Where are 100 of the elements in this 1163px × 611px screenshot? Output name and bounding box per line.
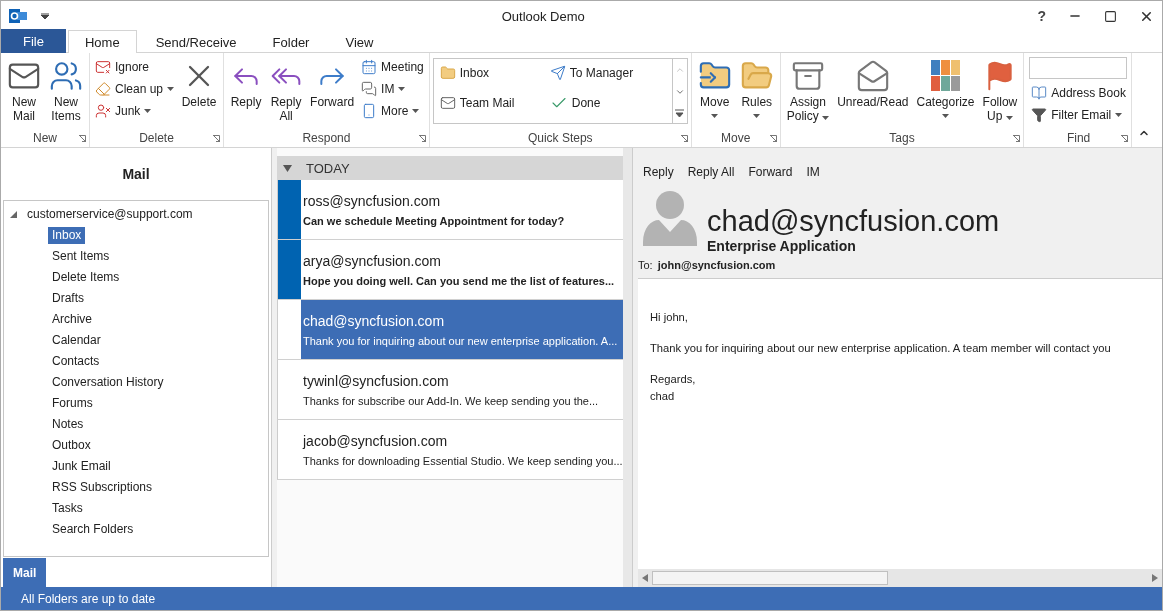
dialog-launcher-icon[interactable] xyxy=(1013,135,1021,142)
scroll-right-icon[interactable] xyxy=(1152,574,1158,582)
quick-access-caret-icon[interactable] xyxy=(41,13,49,19)
message-row[interactable]: chad@syncfusion.com Thank you for inquiring about our new enterprise application. A... xyxy=(277,300,623,360)
ribbon-button[interactable]: Move xyxy=(694,55,735,129)
folder-item[interactable]: Inbox xyxy=(48,227,86,244)
people-icon xyxy=(49,59,83,93)
search-field[interactable] xyxy=(1029,57,1128,79)
ribbon-button[interactable]: Filter Email xyxy=(1029,105,1128,125)
reading-action[interactable]: Reply All xyxy=(687,165,735,190)
maximize-icon[interactable] xyxy=(1104,9,1117,23)
folder-item[interactable]: Sent Items xyxy=(48,248,114,265)
caret-icon xyxy=(1005,116,1013,120)
to-label: To: xyxy=(638,259,653,273)
ribbon-button[interactable]: Ignore xyxy=(93,57,177,77)
ribbon-button[interactable]: New Items xyxy=(46,55,86,129)
help-button[interactable]: ? xyxy=(1037,8,1046,24)
ribbon-button[interactable]: Unread/Read xyxy=(834,55,912,129)
folder-item[interactable]: Notes xyxy=(48,416,88,433)
ribbon-button[interactable]: Categorize xyxy=(913,55,978,129)
caret-icon xyxy=(822,116,830,120)
ribbon-button[interactable]: More xyxy=(359,101,426,121)
folder-item[interactable]: Calendar xyxy=(48,332,105,349)
open-envelope-icon xyxy=(855,59,890,93)
group-header[interactable]: TODAY xyxy=(277,156,623,180)
dialog-launcher-icon[interactable] xyxy=(680,135,688,142)
app-logo-icon[interactable] xyxy=(9,7,27,25)
ribbon-button[interactable]: Meeting xyxy=(359,57,426,77)
folder-item[interactable]: Outbox xyxy=(48,437,95,454)
dialog-launcher-icon[interactable] xyxy=(213,135,221,142)
message-sender: jacob@syncfusion.com xyxy=(303,432,449,449)
ribbon-button[interactable]: Junk xyxy=(93,101,177,121)
message-preview: Thanks for downloading Essential Studio. We keep sending you... xyxy=(303,454,623,467)
ribbon-button[interactable]: To Manager xyxy=(547,63,668,83)
folder-item[interactable]: Contacts xyxy=(48,353,104,370)
file-tab[interactable]: File xyxy=(1,29,66,53)
folder-item[interactable]: Delete Items xyxy=(48,269,124,286)
ribbon-button[interactable]: Done xyxy=(547,93,668,113)
group-label: Find xyxy=(1066,131,1091,145)
scroll-down-icon[interactable] xyxy=(674,87,685,97)
ribbon-tab[interactable]: Folder xyxy=(255,30,327,53)
folder-item[interactable]: Search Folders xyxy=(48,521,138,538)
pane-title: Mail xyxy=(121,165,151,184)
folder-item[interactable]: Junk Email xyxy=(48,458,115,475)
ribbon-button[interactable]: Team Mail xyxy=(437,93,548,113)
avatar-silhouette-icon xyxy=(643,190,697,246)
more-icon[interactable] xyxy=(675,109,685,117)
dialog-launcher-icon[interactable] xyxy=(418,135,426,142)
message-row[interactable]: ross@syncfusion.com Can we schedule Meeting Appointment for today? xyxy=(277,180,623,240)
ribbon-button[interactable]: Reply All xyxy=(267,55,306,129)
ribbon-button[interactable]: Reply xyxy=(227,55,266,129)
ribbon-button[interactable]: Delete xyxy=(178,55,221,129)
folder-item[interactable]: Tasks xyxy=(48,500,87,517)
account-name[interactable]: customerservice@support.com xyxy=(27,207,193,221)
scroll-thumb[interactable] xyxy=(652,571,888,585)
message-subject: Enterprise Application xyxy=(707,238,857,254)
ribbon-tab[interactable]: Home xyxy=(67,30,137,53)
folder-item[interactable]: Conversation History xyxy=(48,374,168,391)
reading-action[interactable]: Forward xyxy=(748,165,793,190)
ribbon-button[interactable]: Address Book xyxy=(1029,83,1128,103)
group-label: Respond xyxy=(302,131,351,145)
group-label: New xyxy=(33,131,57,145)
caret-icon xyxy=(711,114,719,118)
folder-item[interactable]: Archive xyxy=(48,311,96,328)
dialog-launcher-icon[interactable] xyxy=(769,135,777,142)
message-sender: chad@syncfusion.com xyxy=(303,312,446,329)
horizontal-scrollbar[interactable] xyxy=(638,569,1162,587)
ribbon-button[interactable]: Rules xyxy=(736,55,777,129)
caret-icon xyxy=(942,114,950,118)
ribbon-button[interactable]: Follow Up xyxy=(979,55,1021,129)
message-preview: Can we schedule Meeting Appointment for today? xyxy=(303,214,566,227)
message-preview: Hope you doing well. Can you send me the list of features... xyxy=(303,274,616,287)
ribbon-button[interactable]: Clean up xyxy=(93,79,177,99)
message-sender: ross@syncfusion.com xyxy=(303,192,442,209)
scroll-left-icon[interactable] xyxy=(642,574,648,582)
ribbon-button[interactable]: IM xyxy=(359,79,426,99)
collapse-triangle-icon[interactable] xyxy=(283,164,292,172)
folder-item[interactable]: Drafts xyxy=(48,290,88,307)
message-sender: tywinl@syncfusion.com xyxy=(303,372,450,389)
message-row[interactable]: jacob@syncfusion.com Thanks for downloading Essential Studio. We keep sending you... xyxy=(277,420,623,480)
ribbon-button[interactable]: Inbox xyxy=(437,63,548,83)
window-title: Outlook Demo xyxy=(500,8,586,24)
message-row[interactable]: arya@syncfusion.com Hope you doing well. Can you send me the list of features... xyxy=(277,240,623,300)
caret-icon xyxy=(753,114,761,118)
folder-item[interactable]: Forums xyxy=(48,395,97,412)
ribbon-tab[interactable]: View xyxy=(328,30,391,53)
ribbon-tab[interactable]: Send/Receive xyxy=(138,30,254,53)
group-label: Delete xyxy=(139,131,174,145)
dialog-launcher-icon[interactable] xyxy=(1120,135,1128,142)
folder-item[interactable]: RSS Subscriptions xyxy=(48,479,157,496)
caret-icon xyxy=(398,87,406,91)
ribbon-button[interactable]: Forward xyxy=(307,55,358,129)
dialog-launcher-icon[interactable] xyxy=(79,135,86,142)
expand-icon[interactable] xyxy=(10,210,17,218)
ribbon-button[interactable]: New Mail xyxy=(4,55,44,129)
nav-tab[interactable]: Mail xyxy=(3,558,47,587)
message-row[interactable]: tywinl@syncfusion.com Thanks for subscribe our Add-In. We keep sending you the... xyxy=(277,360,623,420)
reading-action[interactable]: Reply xyxy=(643,165,674,190)
ribbon-button[interactable]: Assign Policy xyxy=(783,55,833,129)
reading-action[interactable]: IM xyxy=(806,165,820,190)
